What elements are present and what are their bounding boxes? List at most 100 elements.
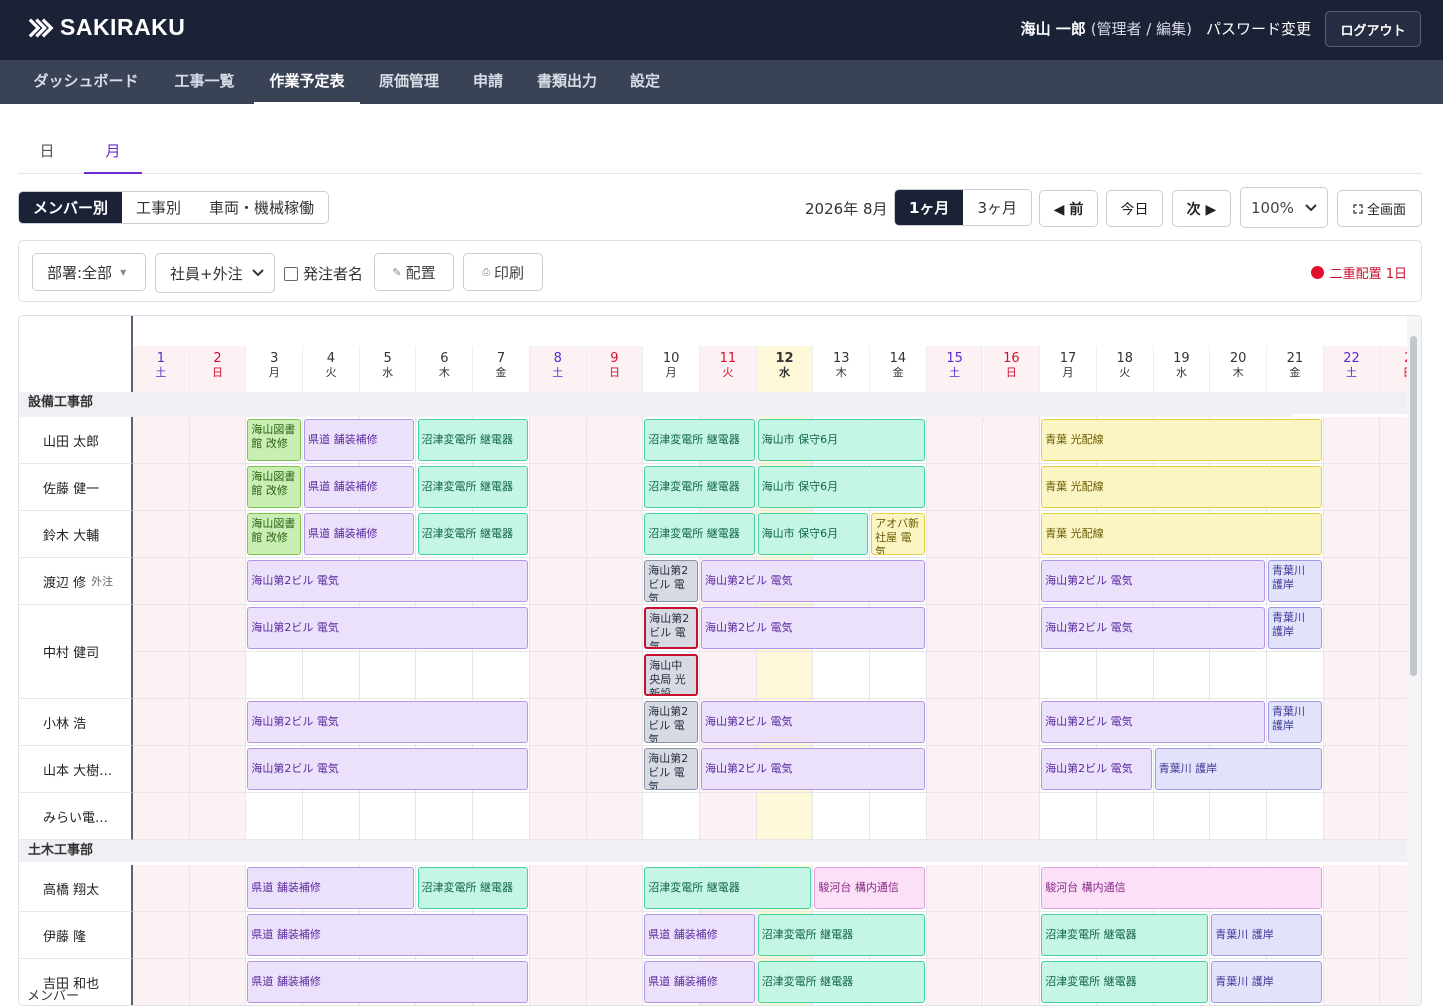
- day-header[interactable]: 21 金: [1267, 346, 1324, 392]
- day-cell[interactable]: [983, 699, 1041, 746]
- day-cell[interactable]: [586, 511, 644, 558]
- day-cell[interactable]: [813, 652, 871, 699]
- schedule-bar[interactable]: 海山第2ビル 電気: [1041, 748, 1152, 790]
- assign-button[interactable]: ✎ 配置: [374, 253, 454, 291]
- tab-by-member[interactable]: メンバー別: [19, 192, 123, 223]
- schedule-bar[interactable]: 青葉川 護岸: [1268, 560, 1322, 602]
- schedule-bar[interactable]: 海山第2ビル 電気: [1041, 560, 1265, 602]
- print-button[interactable]: ⎙ 印刷: [463, 253, 543, 291]
- day-cell[interactable]: [983, 959, 1041, 1005]
- day-cell[interactable]: [1153, 652, 1211, 699]
- logout-button[interactable]: ログアウト: [1325, 11, 1421, 47]
- day-cell[interactable]: [586, 652, 644, 699]
- schedule-bar[interactable]: 県道 舗装補修: [247, 867, 415, 909]
- schedule-bar[interactable]: 沼津変電所 継電器: [757, 961, 925, 1003]
- orderer-checkbox[interactable]: [284, 266, 298, 281]
- day-cell[interactable]: [189, 652, 247, 699]
- range-1-month[interactable]: 1ヶ月: [895, 190, 964, 225]
- range-3-month[interactable]: 3ヶ月: [963, 190, 1031, 225]
- day-cell[interactable]: [983, 746, 1041, 793]
- day-cell[interactable]: [926, 558, 984, 605]
- dept-filter[interactable]: 部署:全部 ▼: [32, 253, 146, 291]
- day-header[interactable]: 7金: [473, 346, 530, 392]
- day-cell[interactable]: [189, 746, 247, 793]
- day-cell[interactable]: [926, 746, 984, 793]
- day-cell[interactable]: [1323, 417, 1381, 464]
- day-cell[interactable]: [359, 652, 417, 699]
- schedule-bar[interactable]: 青葉川 護岸: [1268, 701, 1322, 743]
- schedule-bar[interactable]: 青葉川 護岸: [1211, 961, 1322, 1003]
- day-cell[interactable]: [586, 746, 644, 793]
- member-name[interactable]: 小林 浩: [19, 699, 133, 746]
- day-cell[interactable]: [983, 605, 1041, 652]
- member-name[interactable]: 中村 健司: [19, 605, 133, 699]
- day-cell[interactable]: [473, 793, 530, 840]
- schedule-bar[interactable]: 海山市 保守6月: [757, 466, 925, 508]
- schedule-bar[interactable]: 海山図書館 改修: [247, 419, 302, 461]
- schedule-bar[interactable]: 海山第2ビル 電気: [247, 701, 528, 743]
- day-cell[interactable]: [586, 605, 644, 652]
- schedule-bar[interactable]: 海山中央局 光新設: [644, 654, 698, 696]
- day-cell[interactable]: [983, 558, 1041, 605]
- day-cell[interactable]: [133, 746, 190, 793]
- schedule-bar[interactable]: 沼津変電所 継電器: [644, 419, 755, 461]
- day-cell[interactable]: [529, 793, 587, 840]
- schedule-bar[interactable]: 海山第2ビル 電気: [247, 560, 528, 602]
- schedule-bar[interactable]: 沼津変電所 継電器: [417, 867, 528, 909]
- day-cell[interactable]: [586, 558, 644, 605]
- schedule-bar[interactable]: 青葉 光配線: [1041, 466, 1322, 508]
- schedule-bar[interactable]: 駿河台 構内通信: [1041, 867, 1322, 909]
- fullscreen-button[interactable]: 全画面: [1337, 190, 1422, 227]
- day-cell[interactable]: [983, 865, 1041, 912]
- day-cell[interactable]: [189, 699, 247, 746]
- schedule-bar[interactable]: 県道 舗装補修: [644, 914, 755, 956]
- day-cell[interactable]: [303, 793, 360, 840]
- schedule-bar[interactable]: 海山第2ビル 電気: [644, 701, 698, 743]
- day-cell[interactable]: [529, 699, 587, 746]
- day-cell[interactable]: [133, 464, 190, 511]
- password-change-link[interactable]: パスワード変更: [1206, 18, 1311, 39]
- schedule-bar[interactable]: 沼津変電所 継電器: [417, 466, 528, 508]
- day-header[interactable]: 16 日: [983, 346, 1041, 392]
- day-cell[interactable]: [586, 912, 644, 959]
- schedule-bar[interactable]: 県道 舗装補修: [247, 914, 528, 956]
- day-cell[interactable]: [133, 605, 190, 652]
- day-header[interactable]: 11 火: [700, 346, 757, 392]
- day-cell[interactable]: [133, 652, 190, 699]
- day-cell[interactable]: [529, 511, 587, 558]
- schedule-bar[interactable]: 駿河台 構内通信: [814, 867, 925, 909]
- day-cell[interactable]: [926, 652, 984, 699]
- orderer-name-toggle[interactable]: 発注者名: [284, 263, 363, 284]
- schedule-bar[interactable]: 海山第2ビル 電気: [1041, 607, 1265, 649]
- schedule-bar[interactable]: 県道 舗装補修: [247, 961, 528, 1003]
- day-header[interactable]: 6木: [416, 346, 474, 392]
- day-cell[interactable]: [529, 652, 587, 699]
- day-cell[interactable]: [529, 912, 587, 959]
- day-cell[interactable]: [133, 699, 190, 746]
- schedule-bar[interactable]: 海山第2ビル 電気: [247, 748, 528, 790]
- day-cell[interactable]: [586, 417, 644, 464]
- day-header[interactable]: 4火: [303, 346, 360, 392]
- day-cell[interactable]: [983, 793, 1041, 840]
- day-cell[interactable]: [1153, 793, 1211, 840]
- day-header[interactable]: 22 土: [1323, 346, 1381, 392]
- day-cell[interactable]: [529, 605, 587, 652]
- schedule-bar[interactable]: 青葉川 護岸: [1211, 914, 1322, 956]
- day-cell[interactable]: [1323, 865, 1381, 912]
- day-cell[interactable]: [926, 417, 984, 464]
- member-name[interactable]: 伊藤 隆: [19, 912, 133, 959]
- day-cell[interactable]: [1040, 793, 1097, 840]
- day-cell[interactable]: [133, 865, 190, 912]
- day-cell[interactable]: [416, 652, 474, 699]
- day-cell[interactable]: [1323, 959, 1381, 1005]
- day-header[interactable]: 14 金: [870, 346, 927, 392]
- day-cell[interactable]: [1323, 511, 1381, 558]
- schedule-bar[interactable]: 沼津変電所 継電器: [644, 513, 755, 555]
- schedule-bar[interactable]: 沼津変電所 継電器: [1041, 961, 1209, 1003]
- day-cell[interactable]: [1323, 746, 1381, 793]
- day-cell[interactable]: [813, 793, 871, 840]
- day-cell[interactable]: [133, 959, 190, 1005]
- day-cell[interactable]: [529, 865, 587, 912]
- schedule-bar[interactable]: 海山第2ビル 電気: [701, 560, 925, 602]
- day-cell[interactable]: [926, 959, 984, 1005]
